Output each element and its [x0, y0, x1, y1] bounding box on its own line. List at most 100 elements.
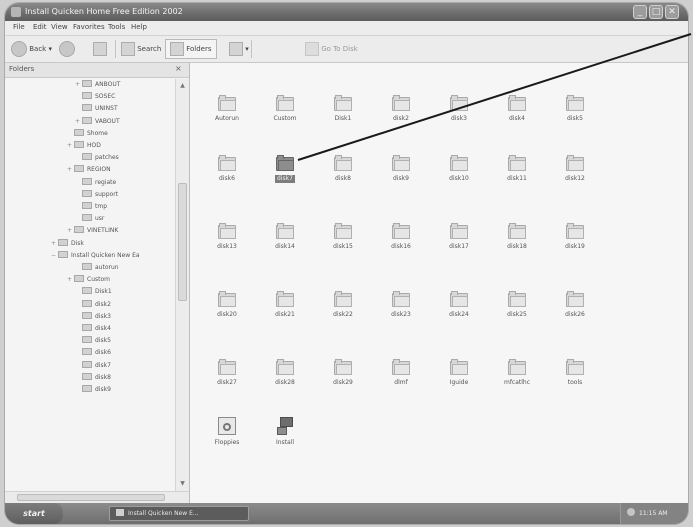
tree-item[interactable]: tmp	[75, 201, 107, 213]
up-folder-button[interactable]	[93, 39, 107, 59]
views-button[interactable]: ▾	[229, 39, 249, 59]
folder-item[interactable]: disk12	[547, 155, 603, 195]
tray-icon[interactable]	[627, 508, 635, 516]
folder-item[interactable]: disk26	[547, 291, 603, 331]
tree-item[interactable]: usr	[75, 213, 104, 225]
tree-item[interactable]: + HOD	[67, 140, 101, 152]
tree-item[interactable]: disk9	[75, 384, 111, 396]
item-label: disk4	[509, 115, 525, 122]
tree-item[interactable]: + ANBOUT	[75, 79, 120, 91]
tree-item[interactable]: disk7	[75, 360, 111, 372]
folder-item[interactable]: disk22	[315, 291, 371, 331]
folder-item[interactable]: tools	[547, 359, 603, 399]
folder-item[interactable]: disk23	[373, 291, 429, 331]
folder-item[interactable]: disk2	[373, 95, 429, 135]
folder-item[interactable]: disk11	[489, 155, 545, 195]
tree-item[interactable]: − Install Quicken New Ea	[51, 250, 140, 262]
tree-item[interactable]: disk3	[75, 311, 111, 323]
folder-item[interactable]: Custom	[257, 95, 313, 135]
folder-item[interactable]: disk8	[315, 155, 371, 195]
folder-item[interactable]: disk15	[315, 223, 371, 263]
folder-item[interactable]: disk29	[315, 359, 371, 399]
tree-expander-icon[interactable]: +	[51, 238, 58, 250]
tree-expander-icon[interactable]: +	[75, 79, 82, 91]
file-item[interactable]: Floppies	[199, 417, 255, 457]
tree-item[interactable]: Disk1	[75, 286, 112, 298]
folder-item[interactable]: disk6	[199, 155, 255, 195]
folder-item[interactable]: disk27	[199, 359, 255, 399]
tree-expander-icon[interactable]: +	[67, 164, 74, 176]
folder-item[interactable]: disk9	[373, 155, 429, 195]
menu-help[interactable]: Help	[131, 23, 147, 31]
start-button[interactable]: start	[5, 503, 63, 524]
tree-item[interactable]: SOSEC	[75, 91, 115, 103]
folder-item[interactable]: disk16	[373, 223, 429, 263]
close-icon[interactable]: ×	[175, 64, 182, 73]
scroll-thumb[interactable]	[178, 183, 187, 301]
file-item[interactable]: Install	[257, 417, 313, 457]
folder-item[interactable]: disk5	[547, 95, 603, 135]
tree-item[interactable]: disk5	[75, 335, 111, 347]
menu-favorites[interactable]: Favorites	[73, 23, 105, 31]
back-button[interactable]: Back ▾	[11, 39, 52, 59]
tree-expander-icon[interactable]: +	[67, 140, 74, 152]
menu-file[interactable]: File	[13, 23, 25, 31]
folders-vertical-scrollbar[interactable]: ▲ ▼	[175, 79, 189, 491]
tree-item[interactable]: + VABOUT	[75, 116, 120, 128]
maximize-button[interactable]: □	[649, 5, 663, 19]
tree-expander-icon[interactable]: +	[67, 225, 74, 237]
folder-item[interactable]: disk20	[199, 291, 255, 331]
folder-item[interactable]: disk14	[257, 223, 313, 263]
folder-item[interactable]: mfcatlhc	[489, 359, 545, 399]
folder-item[interactable]: disk10	[431, 155, 487, 195]
tree-item[interactable]: patches	[75, 152, 119, 164]
folder-item[interactable]: disk13	[199, 223, 255, 263]
forward-button[interactable]	[59, 39, 75, 59]
title-bar[interactable]: Install Quicken Home Free Edition 2002 _…	[5, 3, 688, 21]
folder-item[interactable]: disk19	[547, 223, 603, 263]
folder-item[interactable]: Autorun	[199, 95, 255, 135]
go-button[interactable]: Go To Disk	[305, 39, 358, 59]
folder-item[interactable]: disk17	[431, 223, 487, 263]
tree-item[interactable]: Shome	[67, 128, 108, 140]
tree-item[interactable]: disk8	[75, 372, 111, 384]
scroll-down-icon[interactable]: ▼	[178, 479, 187, 488]
folder-item[interactable]: Iguide	[431, 359, 487, 399]
folders-button[interactable]: Folders	[165, 39, 217, 59]
tree-expander-icon[interactable]: +	[75, 116, 82, 128]
folder-item[interactable]: disk24	[431, 291, 487, 331]
tree-item[interactable]: support	[75, 189, 118, 201]
tree-item[interactable]: + REGION	[67, 164, 111, 176]
tree-item[interactable]: regiate	[75, 177, 116, 189]
folder-item[interactable]: disk21	[257, 291, 313, 331]
scroll-thumb[interactable]	[17, 494, 165, 501]
folder-item[interactable]: disk18	[489, 223, 545, 263]
menu-view[interactable]: View	[51, 23, 68, 31]
minimize-button[interactable]: _	[633, 5, 647, 19]
item-label: disk25	[507, 311, 527, 318]
menu-tools[interactable]: Tools	[108, 23, 125, 31]
folder-item[interactable]: disk4	[489, 95, 545, 135]
tree-item[interactable]: disk6	[75, 347, 111, 359]
folder-item[interactable]: Disk1	[315, 95, 371, 135]
scroll-up-icon[interactable]: ▲	[178, 81, 187, 90]
tree-item[interactable]: + VINETLINK	[67, 225, 118, 237]
close-button[interactable]: ✕	[665, 5, 679, 19]
folder-item[interactable]: disk25	[489, 291, 545, 331]
tree-item[interactable]: disk2	[75, 299, 111, 311]
folder-item[interactable]: disk3	[431, 95, 487, 135]
tree-expander-icon[interactable]: +	[67, 274, 74, 286]
search-button[interactable]: Search	[121, 39, 161, 59]
folder-icon	[450, 95, 468, 111]
tree-item[interactable]: disk4	[75, 323, 111, 335]
menu-edit[interactable]: Edit	[33, 23, 47, 31]
folder-item[interactable]: dlmf	[373, 359, 429, 399]
tree-item[interactable]: + Custom	[67, 274, 110, 286]
tree-item[interactable]: + Disk	[51, 238, 84, 250]
folder-item[interactable]: disk7	[257, 155, 313, 195]
tree-item[interactable]: autorun	[75, 262, 119, 274]
tree-item[interactable]: UNINST	[75, 103, 118, 115]
taskbar-item[interactable]: Install Quicken New E...	[109, 506, 249, 521]
folder-item[interactable]: disk28	[257, 359, 313, 399]
tree-expander-icon[interactable]: −	[51, 250, 58, 262]
